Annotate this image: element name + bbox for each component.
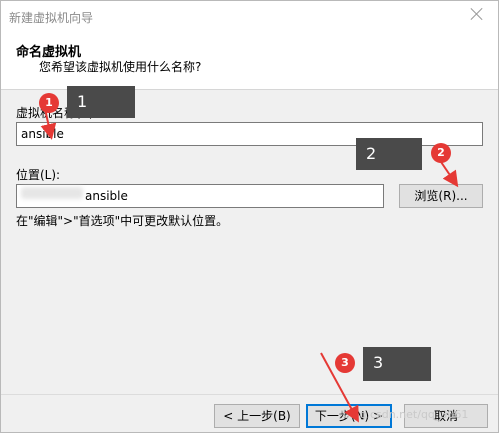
window-title: 新建虚拟机向导 xyxy=(9,11,94,25)
location-value: ansible xyxy=(85,189,128,203)
annotation-marker-1: 1 xyxy=(39,93,59,113)
new-vm-wizard-window: 新建虚拟机向导 命名虚拟机 您希望该虚拟机使用什么名称? 虚拟机名称(V): a… xyxy=(0,0,499,433)
default-location-hint: 在"编辑">"首选项"中可更改默认位置。 xyxy=(16,214,229,228)
redacted-path xyxy=(21,187,83,199)
back-button[interactable]: < 上一步(B) xyxy=(214,404,300,428)
annotation-marker-2: 2 xyxy=(431,143,451,163)
wizard-header: 命名虚拟机 您希望该虚拟机使用什么名称? xyxy=(1,32,498,90)
browse-button[interactable]: 浏览(R)... xyxy=(399,184,483,208)
title-bar: 新建虚拟机向导 xyxy=(1,1,498,32)
annotation-box-1: 1 xyxy=(67,86,135,118)
watermark: /blog.csdn.net/qq_3061 xyxy=(339,408,469,421)
page-subtitle: 您希望该虚拟机使用什么名称? xyxy=(39,60,202,74)
annotation-box-2: 2 xyxy=(356,138,422,170)
close-icon[interactable] xyxy=(470,7,484,21)
annotation-marker-3: 3 xyxy=(335,353,355,373)
location-label: 位置(L): xyxy=(16,168,61,182)
annotation-box-3: 3 xyxy=(363,347,431,381)
footer-separator xyxy=(1,394,498,395)
